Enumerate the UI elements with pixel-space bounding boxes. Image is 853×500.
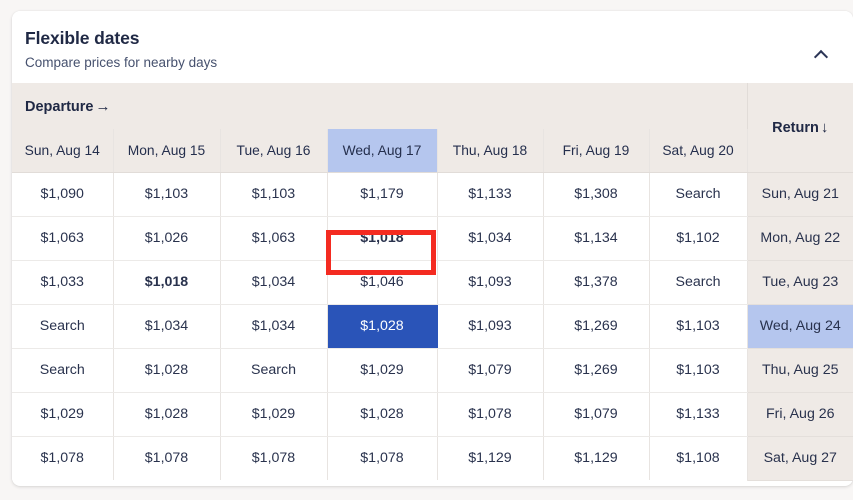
price-cell[interactable]: $1,129 [437, 436, 544, 480]
price-cell[interactable]: $1,028 [327, 304, 438, 349]
screen: Flexible dates Compare prices for nearby… [0, 0, 853, 500]
price-cell[interactable]: $1,103 [649, 348, 748, 393]
price-cell[interactable]: $1,134 [543, 216, 650, 261]
departure-day-header[interactable]: Sun, Aug 14 [12, 129, 114, 173]
table-row: Search $1,034 $1,034 $1,028 $1,093 $1,269 $1,1… [12, 304, 853, 349]
price-cell[interactable]: $1,269 [543, 348, 650, 393]
price-cell[interactable]: $1,079 [437, 348, 544, 393]
price-cell[interactable]: $1,018 [113, 260, 221, 305]
departure-label: Departure [25, 98, 94, 115]
price-cell[interactable]: $1,029 [327, 348, 438, 393]
table-row: $1,063 $1,026 $1,063 $1,018 $1,034 $1,134 $1,1… [12, 216, 853, 261]
price-cell[interactable]: $1,103 [649, 304, 748, 349]
price-cell[interactable]: $1,103 [220, 172, 328, 217]
price-cell[interactable]: $1,078 [437, 392, 544, 437]
collapse-panel-button[interactable] [805, 39, 835, 69]
search-link-cell[interactable]: Search [649, 172, 748, 217]
price-cell[interactable]: $1,033 [12, 260, 114, 305]
price-cell[interactable]: $1,269 [543, 304, 650, 349]
price-cell[interactable]: $1,133 [649, 392, 748, 437]
price-cell[interactable]: $1,378 [543, 260, 650, 305]
table-row: $1,033 $1,018 $1,034 $1,046 $1,093 $1,378 Sear… [12, 260, 853, 305]
price-cell[interactable]: $1,028 [327, 392, 438, 437]
price-cell[interactable]: $1,103 [113, 172, 221, 217]
price-cell[interactable]: $1,308 [543, 172, 650, 217]
price-cell[interactable]: $1,028 [113, 348, 221, 393]
price-cell[interactable]: $1,133 [437, 172, 544, 217]
return-day-header[interactable]: Mon, Aug 22 [747, 216, 853, 261]
search-link-cell[interactable]: Search [12, 348, 114, 393]
departure-day-header[interactable]: Fri, Aug 19 [543, 129, 650, 173]
price-cell[interactable]: $1,029 [220, 392, 328, 437]
grid-header: Departure → Return ↓ Sun, Aug 14 Mon, Aug 1… [12, 83, 853, 173]
grid-body: $1,090 $1,103 $1,103 $1,179 $1,133 $1,308 Sear… [12, 172, 853, 481]
price-cell[interactable]: $1,108 [649, 436, 748, 480]
search-link-cell[interactable]: Search [220, 348, 328, 393]
price-cell[interactable]: $1,034 [437, 216, 544, 261]
flexible-dates-card: Flexible dates Compare prices for nearby… [12, 11, 853, 486]
return-day-header[interactable]: Sun, Aug 21 [747, 172, 853, 217]
return-day-header[interactable]: Wed, Aug 24 [747, 304, 853, 349]
return-label: Return [772, 119, 819, 136]
price-cell[interactable]: $1,034 [113, 304, 221, 349]
return-day-header[interactable]: Tue, Aug 23 [747, 260, 853, 305]
price-cell[interactable]: $1,026 [113, 216, 221, 261]
price-cell[interactable]: $1,018 [327, 216, 438, 261]
departure-day-header[interactable]: Tue, Aug 16 [220, 129, 328, 173]
price-cell[interactable]: $1,179 [327, 172, 438, 217]
departure-day-header[interactable]: Thu, Aug 18 [437, 129, 544, 173]
flexible-dates-grid: Departure → Return ↓ Sun, Aug 14 Mon, Aug 1… [12, 83, 853, 481]
return-day-header[interactable]: Thu, Aug 25 [747, 348, 853, 393]
price-cell[interactable]: $1,028 [113, 392, 221, 437]
table-row: $1,029 $1,028 $1,029 $1,028 $1,078 $1,079 $1,1… [12, 392, 853, 437]
price-cell[interactable]: $1,034 [220, 304, 328, 349]
price-cell[interactable]: $1,079 [543, 392, 650, 437]
price-cell[interactable]: $1,046 [327, 260, 438, 305]
page-title: Flexible dates [25, 28, 140, 48]
price-cell[interactable]: $1,090 [12, 172, 114, 217]
departure-axis-label: Departure → [12, 83, 748, 129]
price-cell[interactable]: $1,029 [12, 392, 114, 437]
card-header: Flexible dates Compare prices for nearby… [12, 11, 853, 83]
return-axis-label: Return ↓ [747, 83, 853, 173]
departure-day-header[interactable]: Mon, Aug 15 [113, 129, 221, 173]
price-cell[interactable]: $1,063 [220, 216, 328, 261]
departure-band-row: Departure → Return ↓ [12, 83, 853, 173]
return-day-header[interactable]: Fri, Aug 26 [747, 392, 853, 437]
search-link-cell[interactable]: Search [12, 304, 114, 349]
price-cell[interactable]: $1,102 [649, 216, 748, 261]
departure-day-header[interactable]: Sat, Aug 20 [649, 129, 748, 173]
departure-day-header[interactable]: Wed, Aug 17 [327, 129, 438, 173]
table-row: $1,078 $1,078 $1,078 $1,078 $1,129 $1,129 $1,1… [12, 436, 853, 481]
price-cell[interactable]: $1,078 [220, 436, 328, 480]
price-cell[interactable]: $1,129 [543, 436, 650, 480]
table-row: Search $1,028 Search $1,029 $1,079 $1,269 $1,1… [12, 348, 853, 393]
chevron-up-icon [815, 49, 826, 60]
price-cell[interactable]: $1,078 [113, 436, 221, 480]
price-cell[interactable]: $1,063 [12, 216, 114, 261]
price-cell[interactable]: $1,078 [12, 436, 114, 480]
return-day-header[interactable]: Sat, Aug 27 [747, 436, 853, 481]
card-subtitle: Compare prices for nearby days [25, 55, 218, 70]
price-cell[interactable]: $1,034 [220, 260, 328, 305]
arrow-down-icon: ↓ [820, 118, 829, 136]
price-cell[interactable]: $1,093 [437, 304, 544, 349]
table-row: $1,090 $1,103 $1,103 $1,179 $1,133 $1,308 Sear… [12, 172, 853, 217]
price-cell[interactable]: $1,093 [437, 260, 544, 305]
arrow-right-icon: → [95, 97, 111, 115]
departure-days-row: Sun, Aug 14 Mon, Aug 15 Tue, Aug 16 Wed, Au… [12, 129, 853, 173]
search-link-cell[interactable]: Search [649, 260, 748, 305]
price-cell[interactable]: $1,078 [327, 436, 438, 480]
